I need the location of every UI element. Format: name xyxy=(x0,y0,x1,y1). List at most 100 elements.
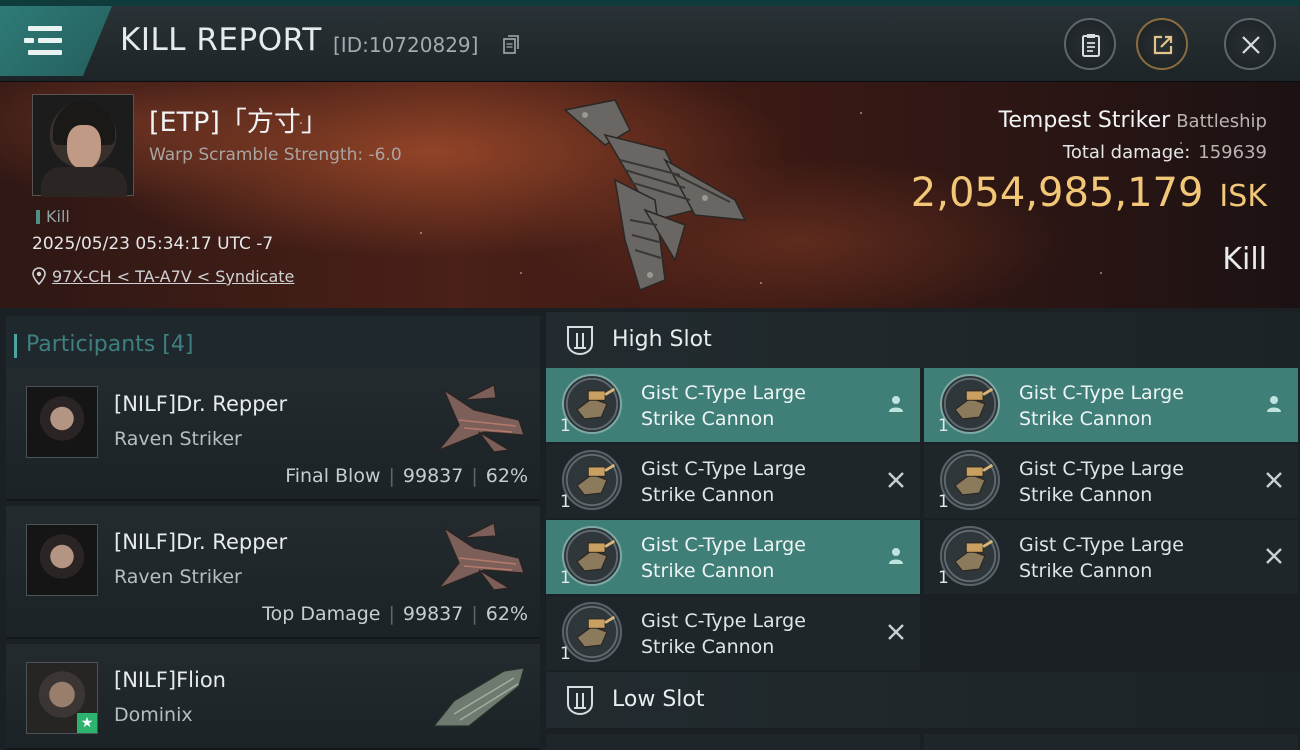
module-name-line1: Gist C-Type Large xyxy=(641,382,806,404)
module-name: Gist C-Type Large Strike Cannon xyxy=(1019,532,1239,584)
module-name-line1: Gist C-Type Large xyxy=(1019,458,1184,480)
warp-scramble-strength: Warp Scramble Strength: -6.0 xyxy=(149,145,402,165)
report-id: [ID:10720829] xyxy=(333,33,479,57)
stats-separator: | xyxy=(471,603,478,625)
participants-header: Participants [4] xyxy=(6,316,540,374)
module-quantity: 1 xyxy=(560,644,571,664)
person-icon xyxy=(889,396,903,412)
participant-name: [NILF]Dr. Repper xyxy=(114,392,288,416)
kill-location-link[interactable]: 97X-CH < TA-A7V < Syndicate xyxy=(32,267,294,286)
low-slot-icon xyxy=(567,686,593,716)
module-quantity: 1 xyxy=(938,492,949,512)
menu-button[interactable] xyxy=(0,6,112,76)
victim-banner: [ETP]「方寸」 Warp Scramble Strength: -6.0 K… xyxy=(0,82,1300,308)
participant-stats: Top Damage | 99837 | 62% xyxy=(262,603,528,625)
module-name: Gist C-Type Large Strike Cannon xyxy=(641,380,861,432)
menu-bar xyxy=(38,38,62,43)
share-icon xyxy=(1153,35,1173,55)
clipboard-button[interactable] xyxy=(1064,18,1116,70)
high-slot-module[interactable]: 1 Gist C-Type Large Strike Cannon xyxy=(924,444,1298,518)
total-damage-label: Total damage: xyxy=(1062,142,1191,163)
menu-bar xyxy=(28,50,62,55)
module-name: Gist C-Type Large Strike Cannon xyxy=(641,532,861,584)
top-bar: KILL REPORT [ID:10720829] xyxy=(0,0,1300,82)
participant-ship: Raven Striker xyxy=(114,566,242,588)
module-name: Gist C-Type Large Strike Cannon xyxy=(641,456,861,508)
high-slot-module[interactable]: 1 Gist C-Type Large Strike Cannon xyxy=(924,520,1298,594)
high-slot-header: High Slot xyxy=(546,312,1300,368)
participant-stats: Final Blow | 99837 | 62% xyxy=(285,465,528,487)
strike-cannon-icon xyxy=(562,374,622,434)
high-slot-module[interactable]: 1 Gist C-Type Large Strike Cannon xyxy=(546,444,920,518)
stats-separator: | xyxy=(471,465,478,487)
participant-name: [NILF]Flion xyxy=(114,668,226,692)
participants-label: Participants [4] xyxy=(13,332,193,358)
low-slot-label: Low Slot xyxy=(612,687,705,712)
high-slot-module[interactable]: 1 Gist C-Type Large Strike Cannon xyxy=(546,520,920,594)
copy-icon[interactable] xyxy=(503,35,519,55)
victim-portrait[interactable] xyxy=(32,94,134,197)
high-slot-label: High Slot xyxy=(612,327,712,352)
isk-unit: ISK xyxy=(1219,179,1267,214)
module-name-line1: Gist C-Type Large xyxy=(641,534,806,556)
high-slot-icon xyxy=(567,326,593,356)
high-slot-module[interactable]: 1 Gist C-Type Large Strike Cannon xyxy=(924,368,1298,442)
strike-cannon-icon xyxy=(940,374,1000,434)
person-icon xyxy=(889,548,903,564)
person-icon xyxy=(1267,396,1281,412)
participant-name: [NILF]Dr. Repper xyxy=(114,530,288,554)
participant-portrait: ★ xyxy=(26,662,98,734)
module-name: Gist C-Type Large Strike Cannon xyxy=(641,608,861,660)
participant-ship-image xyxy=(437,522,525,591)
total-damage-value: 159639 xyxy=(1198,142,1267,163)
participants-panel: Participants [4] [NILF]Dr. Repper Raven … xyxy=(0,308,540,750)
destroyed-x-icon xyxy=(1266,548,1282,564)
strike-cannon-icon xyxy=(940,526,1000,586)
high-slot-module[interactable]: 1 Gist C-Type Large Strike Cannon xyxy=(546,368,920,442)
participant-damage: 99837 xyxy=(402,465,464,487)
victim-ship-name[interactable]: Tempest Striker Battleship xyxy=(999,108,1267,133)
participant-row[interactable]: [NILF]Dr. Repper Raven Striker Final Blo… xyxy=(6,368,540,501)
module-name-line2: Strike Cannon xyxy=(641,636,775,658)
destroyed-x-icon xyxy=(888,624,904,640)
isk-value: 2,054,985,179 ISK xyxy=(911,170,1267,216)
star-badge-icon: ★ xyxy=(77,713,97,733)
participant-ship: Raven Striker xyxy=(114,428,242,450)
total-damage: Total damage: 159639 xyxy=(1063,142,1267,163)
participant-row[interactable]: ★ [NILF]Flion Dominix xyxy=(6,644,540,750)
module-name: Gist C-Type Large Strike Cannon xyxy=(1019,380,1239,432)
ship-class: Battleship xyxy=(1176,111,1267,132)
module-quantity: 1 xyxy=(560,492,571,512)
module-name-line1: Gist C-Type Large xyxy=(641,458,806,480)
participant-ship: Dominix xyxy=(114,704,193,726)
low-slot-module-preview[interactable] xyxy=(546,734,920,750)
participant-percent: 62% xyxy=(485,465,528,487)
high-slot-module[interactable]: 1 Gist C-Type Large Strike Cannon xyxy=(546,596,920,670)
victim-ship-image[interactable] xyxy=(545,90,765,302)
kill-datetime: 2025/05/23 05:34:17 UTC -7 xyxy=(32,234,274,254)
low-slot-module-preview[interactable] xyxy=(924,734,1298,750)
share-button[interactable] xyxy=(1136,18,1188,70)
clipboard-icon xyxy=(1082,34,1100,57)
strike-cannon-icon xyxy=(940,450,1000,510)
module-name-line2: Strike Cannon xyxy=(1019,560,1153,582)
module-name-line2: Strike Cannon xyxy=(641,408,775,430)
location-pin-icon xyxy=(32,267,46,285)
menu-bar xyxy=(24,38,34,43)
portrait-body xyxy=(41,167,127,197)
participant-row[interactable]: [NILF]Dr. Repper Raven Striker Top Damag… xyxy=(6,506,540,639)
kill-result-label: Kill xyxy=(1222,242,1267,277)
module-quantity: 1 xyxy=(938,568,949,588)
module-name-line2: Strike Cannon xyxy=(1019,408,1153,430)
stats-separator: | xyxy=(388,465,395,487)
close-button[interactable] xyxy=(1224,18,1276,70)
page-title: KILL REPORT xyxy=(120,22,322,58)
participant-portrait xyxy=(26,524,98,596)
victim-name[interactable]: [ETP]「方寸」 xyxy=(149,100,328,139)
module-name-line1: Gist C-Type Large xyxy=(1019,382,1184,404)
fittings-panel: High Slot 1 Gist C-Type Large Strike Canno… xyxy=(540,308,1300,750)
participant-role: Top Damage xyxy=(262,603,381,625)
close-icon xyxy=(1242,36,1260,54)
participant-damage: 99837 xyxy=(402,603,464,625)
location-text: 97X-CH < TA-A7V < Syndicate xyxy=(52,267,295,286)
